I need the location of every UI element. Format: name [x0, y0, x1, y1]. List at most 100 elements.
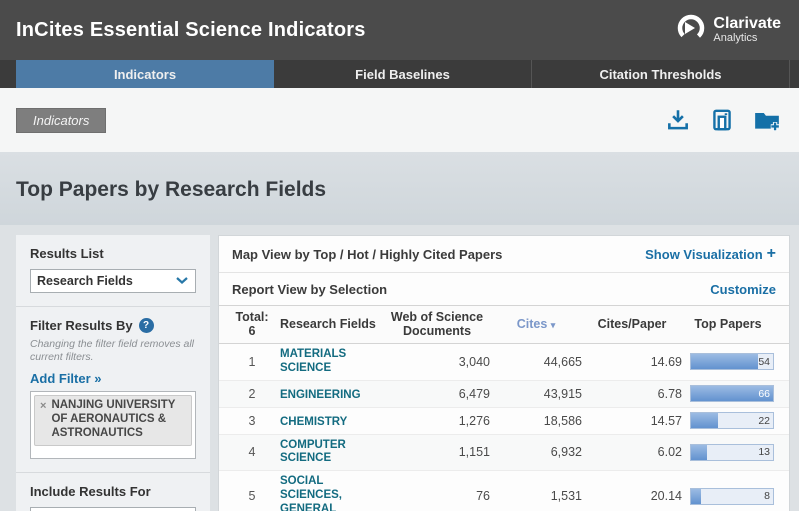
research-field-link[interactable]: COMPUTER SCIENCE [280, 439, 384, 467]
cites-per-paper-cell: 14.57 [582, 412, 682, 430]
cites-per-paper-value: 6.78 [658, 387, 682, 401]
field-cell: SOCIAL SCIENCES, GENERAL [272, 475, 384, 511]
results-list-label: Results List [30, 246, 196, 261]
chevron-down-icon [175, 272, 189, 290]
top-papers-bar: 66 [690, 385, 774, 402]
help-icon[interactable]: ? [139, 318, 154, 333]
folder-add-icon[interactable] [753, 107, 781, 133]
research-fields-header[interactable]: Research Fields [272, 317, 384, 331]
wos-documents-value: 3,040 [459, 355, 490, 369]
research-field-link[interactable]: SOCIAL SCIENCES, GENERAL [280, 475, 384, 511]
research-field-link[interactable]: MATERIALS SCIENCE [280, 348, 384, 376]
top-papers-value: 22 [758, 415, 770, 427]
field-cell: ENGINEERING [272, 385, 384, 403]
cites-value: 43,915 [544, 387, 582, 401]
filter-section: Filter Results By ? Changing the filter … [16, 307, 210, 472]
rank-cell: 1 [232, 353, 272, 371]
top-papers-cell: 8 [682, 488, 776, 505]
add-filter-link[interactable]: Add Filter » [30, 371, 102, 386]
toolbar: Indicators [0, 88, 799, 152]
breadcrumb-indicators-button[interactable]: Indicators [16, 108, 106, 133]
map-view-row: Map View by Top / Hot / Highly Cited Pap… [219, 236, 789, 273]
cites-per-paper-cell: 14.69 [582, 353, 682, 371]
cites-per-paper-value: 14.69 [651, 355, 682, 369]
rank-value: 3 [249, 414, 256, 428]
top-papers-value: 54 [758, 356, 770, 368]
table-body: 1MATERIALS SCIENCE3,04044,66514.69542ENG… [219, 344, 789, 511]
top-papers-cell: 66 [682, 385, 776, 402]
table-row: 2ENGINEERING6,47943,9156.7866 [219, 381, 789, 408]
cites-per-paper-value: 14.57 [651, 414, 682, 428]
field-cell: CHEMISTRY [272, 412, 384, 430]
brand-name: Clarivate [713, 16, 781, 33]
cites-value: 1,531 [551, 489, 582, 503]
top-papers-bar-fill [691, 354, 758, 369]
research-field-link[interactable]: CHEMISTRY [280, 416, 347, 430]
wos-documents-header[interactable]: Web of Science Documents [384, 310, 490, 339]
results-list-select[interactable]: Research Fields [30, 269, 196, 293]
rank-value: 5 [249, 489, 256, 503]
customize-link[interactable]: Customize [710, 282, 776, 297]
cites-per-paper-header[interactable]: Cites/Paper [582, 317, 682, 331]
filter-listbox: × NANJING UNIVERSITY OF AERONAUTICS & AS… [30, 391, 196, 459]
table-header-row: Total: 6 Research Fields Web of Science … [219, 305, 789, 344]
cites-per-paper-cell: 20.14 [582, 487, 682, 505]
field-cell: COMPUTER SCIENCE [272, 439, 384, 467]
wos-documents-cell: 1,151 [384, 443, 490, 461]
cites-cell: 18,586 [490, 412, 582, 430]
content-area: Results List Research Fields Filter Resu… [0, 225, 799, 511]
rank-cell: 3 [232, 412, 272, 430]
print-icon[interactable] [709, 107, 735, 133]
wos-documents-value: 76 [476, 489, 490, 503]
top-papers-bar-fill [691, 489, 701, 504]
cites-cell: 1,531 [490, 487, 582, 505]
top-papers-bar: 22 [690, 412, 774, 429]
page-title-band: Top Papers by Research Fields [0, 152, 799, 225]
filter-note: Changing the filter field removes all cu… [30, 338, 196, 364]
cites-cell: 6,932 [490, 443, 582, 461]
plus-icon: + [767, 245, 776, 263]
show-visualization-link[interactable]: Show Visualization + [645, 245, 776, 263]
cites-value: 44,665 [544, 355, 582, 369]
top-papers-bar-fill [691, 413, 718, 428]
main-tabbar: Indicators Field Baselines Citation Thre… [0, 60, 799, 88]
app-header: InCites Essential Science Indicators Cla… [0, 0, 799, 60]
wos-documents-value: 6,479 [459, 387, 490, 401]
cites-header[interactable]: Cites ▾ [490, 317, 582, 331]
download-icon[interactable] [665, 107, 691, 133]
top-papers-header[interactable]: Top Papers [682, 317, 776, 331]
cites-per-paper-value: 20.14 [651, 489, 682, 503]
cites-cell: 44,665 [490, 353, 582, 371]
results-table: Total: 6 Research Fields Web of Science … [219, 305, 789, 511]
research-field-link[interactable]: ENGINEERING [280, 389, 361, 403]
include-results-label: Include Results For [30, 484, 196, 499]
tab-field-baselines[interactable]: Field Baselines [274, 60, 532, 88]
top-papers-bar-fill [691, 445, 707, 460]
filter-results-label: Filter Results By [30, 318, 133, 333]
wos-documents-cell: 3,040 [384, 353, 490, 371]
results-list-section: Results List Research Fields [16, 235, 210, 306]
include-results-select[interactable]: Top Papers [30, 507, 196, 511]
app-title: InCites Essential Science Indicators [16, 19, 366, 42]
table-row: 3 CHEMISTRY 1,27618,586 14.57 22 [219, 408, 789, 435]
cites-per-paper-cell: 6.78 [582, 385, 682, 403]
table-row: 1 MATERIALS SCIENCE 3,040 44,665 14.69 54 [219, 344, 789, 381]
table-row: 5 SOCIAL SCIENCES, GENERAL 76 1,531 20.14 8 [219, 471, 789, 511]
remove-filter-icon[interactable]: × [40, 399, 46, 440]
clarivate-logo-icon [676, 13, 706, 48]
tab-citation-thresholds[interactable]: Citation Thresholds [532, 60, 790, 88]
report-view-row: Report View by Selection Customize [219, 273, 789, 305]
clarivate-brand: Clarivate Analytics [676, 13, 781, 48]
wos-documents-value: 1,276 [459, 414, 490, 428]
top-papers-cell: 22 [682, 412, 776, 429]
rank-value: 4 [249, 445, 256, 459]
top-papers-value: 66 [758, 388, 770, 400]
wos-documents-value: 1,151 [459, 445, 490, 459]
filter-chip: × NANJING UNIVERSITY OF AERONAUTICS & AS… [34, 395, 192, 445]
wos-documents-cell: 76 [384, 487, 490, 505]
tab-indicators[interactable]: Indicators [16, 60, 274, 88]
wos-documents-cell: 1,276 [384, 412, 490, 430]
top-papers-bar: 8 [690, 488, 774, 505]
top-papers-bar: 13 [690, 444, 774, 461]
top-papers-cell: 54 [682, 353, 776, 370]
